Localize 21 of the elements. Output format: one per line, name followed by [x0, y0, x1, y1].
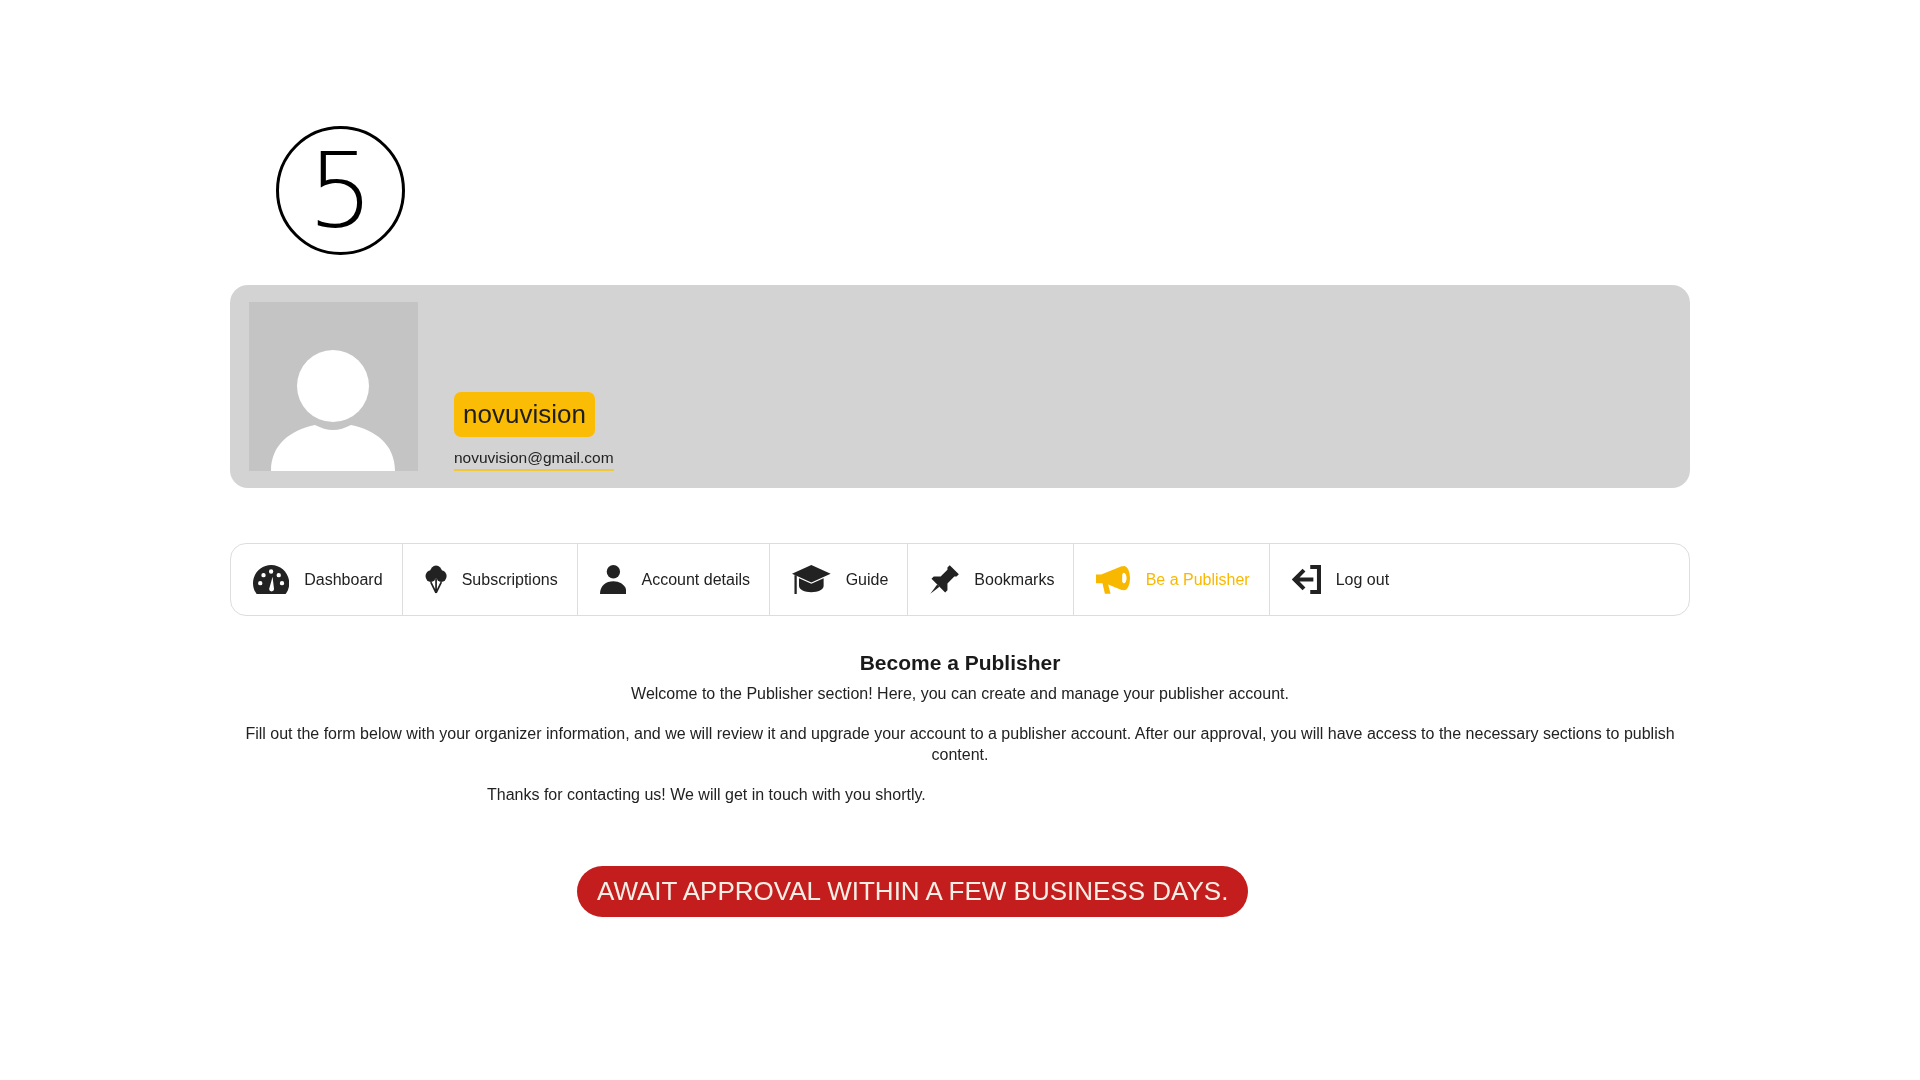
balloons-icon [424, 565, 447, 594]
graduation-cap-icon [792, 565, 831, 594]
description-text: Fill out the form below with your organizer information, and we will review it and upgrade your account to a publisher account. After our approval, you will have access to the necessary sections to publish content. [244, 724, 1676, 765]
nav-tab[interactable]: Bookmarks [908, 544, 1075, 615]
nav-tab[interactable]: Log out [1269, 544, 1409, 615]
confirmation-text: Thanks for contacting us! We will get in touch with you shortly. [487, 785, 926, 805]
nav-tab[interactable]: Subscriptions [402, 544, 578, 615]
approval-status-banner: AWAIT APPROVAL WITHIN A FEW BUSINESS DAYS. [577, 866, 1249, 917]
section-heading: Become a Publisher [859, 650, 1061, 675]
circled-step-number: 5 [276, 126, 405, 255]
pushpin-icon [930, 565, 960, 594]
email-link[interactable]: novuvision@gmail.com [454, 449, 614, 471]
nav-tab[interactable]: Dashboard [231, 544, 403, 615]
nav-tab[interactable]: Guide [770, 544, 909, 615]
intro-text: Welcome to the Publisher section! Here, you can create and manage your publisher account. [631, 684, 1289, 704]
username-label: novuvision [454, 392, 595, 437]
megaphone-icon [1096, 565, 1131, 594]
logout-icon [1291, 565, 1321, 594]
speedometer-icon [253, 565, 290, 594]
nav-tab[interactable]: Account details [577, 544, 770, 615]
person-icon [599, 565, 627, 594]
